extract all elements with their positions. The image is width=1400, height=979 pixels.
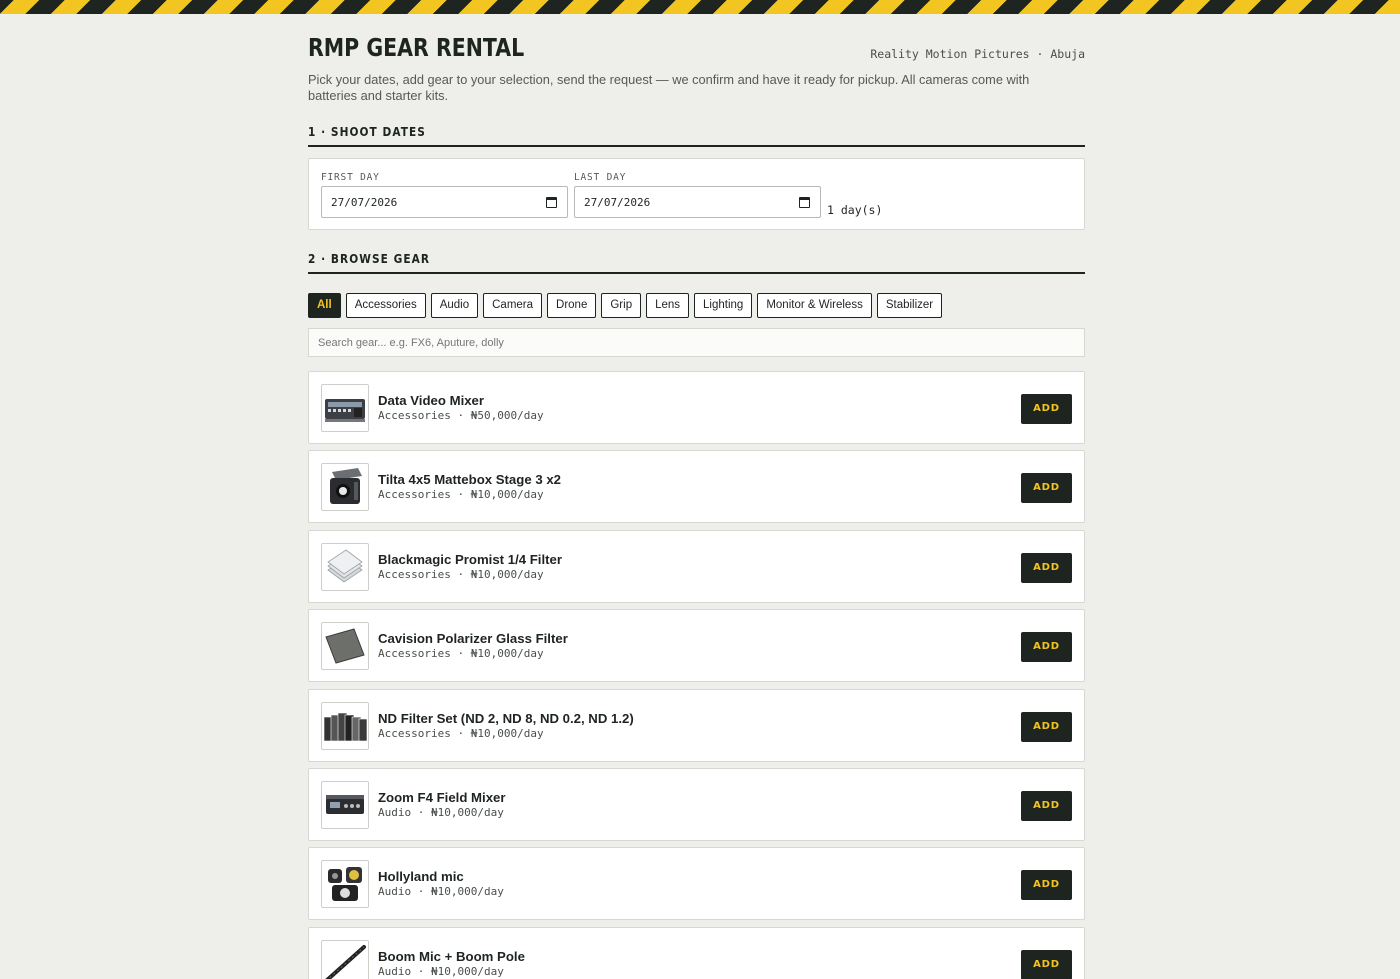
gear-item: Zoom F4 Field Mixer Audio · ₦10,000/day … — [308, 767, 1085, 841]
first-day-value: 27/07/2026 — [331, 196, 398, 209]
nd-filter-set-icon — [321, 701, 369, 750]
gear-name: Data Video Mixer — [378, 393, 485, 408]
last-day-input[interactable]: 27/07/2026 — [574, 186, 821, 218]
filter-chip-lens[interactable]: Lens — [646, 293, 690, 318]
add-button[interactable]: ADD — [1021, 949, 1072, 979]
gear-name: Zoom F4 Field Mixer — [378, 789, 506, 805]
gear-name: ND Filter Set (ND 2, ND 8, ND 0.2, ND 1.… — [378, 710, 634, 726]
section-heading-dates: 1 · SHOOT DATES — [308, 125, 1085, 147]
video-mixer-icon — [321, 384, 369, 432]
add-button[interactable]: ADD — [1021, 790, 1072, 821]
boom-pole-icon — [321, 939, 369, 979]
filter-chip-stabilizer[interactable]: Stabilizer — [876, 293, 943, 318]
first-day-input[interactable]: 27/07/2026 — [321, 186, 568, 218]
gear-meta: Accessories · ₦10,000/day — [378, 726, 544, 740]
add-button[interactable]: ADD — [1021, 394, 1072, 424]
gear-name: Tilta 4x5 Mattebox Stage 3 x2 — [378, 472, 561, 488]
gear-search-input[interactable]: Search gear... e.g. FX6, Aputure, dolly — [308, 328, 1085, 357]
category-filters: All Accessories Audio Camera Drone Grip … — [308, 293, 947, 318]
filter-chip-drone[interactable]: Drone — [547, 293, 597, 318]
filter-chip-monitor-wireless[interactable]: Monitor & Wireless — [757, 293, 872, 318]
dates-panel: FIRST DAY 27/07/2026 LAST DAY 27/07/2026… — [308, 158, 1085, 230]
field-mixer-icon — [321, 780, 369, 829]
company-label: Reality Motion Pictures · Abuja — [870, 47, 1085, 61]
gear-meta: Audio · ₦10,000/day — [378, 885, 504, 899]
gear-item: Cavision Polarizer Glass Filter Accessor… — [308, 609, 1085, 683]
gear-meta: Audio · ₦10,000/day — [378, 964, 504, 978]
gear-list: Data Video Mixer Accessories · ₦50,000/d… — [308, 371, 1085, 979]
gear-item: ND Filter Set (ND 2, ND 8, ND 0.2, ND 1.… — [308, 688, 1085, 762]
filter-chip-grip[interactable]: Grip — [601, 293, 642, 318]
mattebox-icon — [321, 463, 369, 512]
add-button[interactable]: ADD — [1021, 552, 1072, 583]
gear-meta: Accessories · ₦10,000/day — [378, 488, 544, 502]
last-day-label: LAST DAY — [574, 172, 627, 183]
wireless-mic-icon — [321, 860, 369, 909]
gear-item: Data Video Mixer Accessories · ₦50,000/d… — [308, 371, 1085, 444]
filter-chip-lighting[interactable]: Lighting — [694, 293, 753, 318]
intro-text: Pick your dates, add gear to your select… — [308, 72, 1030, 103]
add-button[interactable]: ADD — [1021, 632, 1072, 663]
filter-chip-camera[interactable]: Camera — [483, 293, 543, 318]
gear-meta: Audio · ₦10,000/day — [378, 805, 504, 819]
gear-item: Blackmagic Promist 1/4 Filter Accessorie… — [308, 529, 1085, 603]
first-day-label: FIRST DAY — [321, 172, 380, 183]
gear-meta: Accessories · ₦50,000/day — [378, 409, 544, 422]
gear-item: Boom Mic + Boom Pole Audio · ₦10,000/day… — [308, 926, 1085, 979]
filter-stack-icon — [321, 542, 369, 591]
gear-item: Hollyland mic Audio · ₦10,000/day ADD — [308, 847, 1085, 921]
section-heading-browse: 2 · BROWSE GEAR — [308, 252, 1085, 274]
gear-meta: Accessories · ₦10,000/day — [378, 647, 544, 661]
add-button[interactable]: ADD — [1021, 870, 1072, 901]
add-button[interactable]: ADD — [1021, 711, 1072, 742]
gear-meta: Accessories · ₦10,000/day — [378, 567, 544, 581]
rental-duration: 1 day(s) — [827, 203, 883, 217]
filter-chip-audio[interactable]: Audio — [430, 293, 479, 318]
hazard-stripe-banner — [0, 0, 1400, 14]
calendar-icon[interactable] — [546, 197, 557, 208]
gear-name: Hollyland mic — [378, 869, 464, 885]
gear-name: Boom Mic + Boom Pole — [378, 948, 525, 964]
gear-name: Cavision Polarizer Glass Filter — [378, 631, 568, 647]
filter-chip-accessories[interactable]: Accessories — [345, 293, 426, 318]
add-button[interactable]: ADD — [1021, 473, 1072, 504]
gear-name: Blackmagic Promist 1/4 Filter — [378, 551, 562, 567]
filter-chip-all[interactable]: All — [308, 293, 341, 318]
glass-filter-icon — [321, 622, 369, 671]
last-day-value: 27/07/2026 — [584, 196, 651, 209]
page-title: RMP GEAR RENTAL — [308, 33, 525, 62]
calendar-icon[interactable] — [799, 197, 810, 208]
gear-item: Tilta 4x5 Mattebox Stage 3 x2 Accessorie… — [308, 450, 1085, 524]
